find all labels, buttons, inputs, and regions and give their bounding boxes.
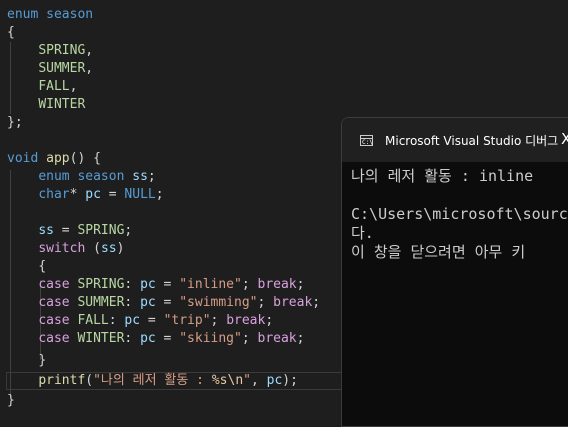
open-brace: { — [7, 25, 15, 40]
code-line-11[interactable]: char* pc = NULL; — [7, 186, 164, 204]
code-line-6[interactable]: WINTER — [7, 96, 85, 114]
code-line-18[interactable]: case FALL: pc = "trip"; break; — [7, 312, 273, 330]
debug-console-window[interactable]: C:\ Microsoft Visual Studio 디버그 X 나의 레저 … — [341, 117, 568, 427]
enum-value: SPRING — [77, 223, 125, 238]
keyword-case: case — [38, 313, 70, 328]
console-icon: C:\ — [360, 135, 373, 146]
console-title: Microsoft Visual Studio 디버그 — [385, 134, 559, 148]
code-line-19[interactable]: case WINTER: pc = "skiing"; break; — [7, 330, 304, 348]
assign: = — [53, 223, 78, 238]
code-line-1[interactable]: enum season — [7, 6, 93, 24]
escape-sequence: \n — [227, 373, 244, 388]
keyword-char: char — [38, 187, 70, 202]
case-label: WINTER — [77, 331, 125, 346]
case-label: SPRING — [77, 277, 125, 292]
format-specifier: %s — [211, 373, 228, 388]
string-literal-end: " — [243, 373, 251, 388]
null-value: NULL — [124, 187, 156, 202]
code-line-21[interactable]: printf("나의 레저 활동 : %s\n", pc); — [7, 372, 298, 390]
keyword-case: case — [38, 331, 70, 346]
code-line-5[interactable]: FALL, — [7, 78, 77, 96]
open-brace: { — [38, 259, 47, 274]
close-icon[interactable]: X — [561, 130, 568, 148]
enum-value: FALL — [38, 79, 70, 94]
string-literal: "trip" — [163, 313, 211, 328]
string-literal: "나의 레저 활동 : — [93, 373, 212, 388]
code-line-15[interactable]: { — [7, 258, 46, 276]
case-label: FALL — [77, 313, 109, 328]
code-line-9[interactable]: void app() { — [7, 150, 101, 168]
case-label: SUMMER — [77, 295, 125, 310]
console-output-line: 이 창을 닫으려면 아무 키 — [351, 243, 526, 261]
assign: = — [100, 187, 125, 202]
variable: pc — [140, 277, 156, 292]
code-line-22[interactable]: } — [7, 392, 15, 410]
paren-close: ) — [116, 241, 125, 256]
close-brace: } — [38, 353, 47, 368]
keyword-break: break — [226, 313, 266, 328]
code-line-10[interactable]: enum season ss; — [7, 168, 156, 186]
enum-value: WINTER — [38, 97, 86, 112]
keyword-case: case — [38, 295, 70, 310]
string-literal: "skiing" — [179, 331, 242, 346]
function-parens: () { — [69, 151, 101, 166]
variable: ss — [38, 223, 54, 238]
variable: pc — [124, 313, 141, 328]
pointer-star: * — [69, 187, 78, 202]
code-line-16[interactable]: case SPRING: pc = "inline"; break; — [7, 276, 304, 294]
code-line-3[interactable]: SPRING, — [7, 42, 93, 60]
variable: pc — [140, 331, 156, 346]
paren-open: ( — [85, 241, 101, 256]
paren-close: ); — [282, 373, 298, 388]
keyword-switch: switch — [38, 241, 86, 256]
semicolon: ; — [124, 223, 133, 238]
semicolon: ; — [147, 169, 156, 184]
enum-value: SUMMER — [38, 61, 86, 76]
function-call: printf — [38, 373, 86, 388]
variable: pc — [266, 373, 283, 388]
keyword-break: break — [273, 295, 313, 310]
code-line-17[interactable]: case SUMMER: pc = "swimming"; break; — [7, 294, 320, 312]
variable: pc — [140, 295, 156, 310]
variable: ss — [132, 169, 148, 184]
code-line-2[interactable]: { — [7, 24, 15, 42]
close-brace: }; — [7, 115, 23, 130]
code-line-13[interactable]: ss = SPRING; — [7, 222, 132, 240]
string-literal: "inline" — [179, 277, 242, 292]
keyword-case: case — [38, 277, 70, 292]
semicolon: ; — [155, 187, 164, 202]
code-line-7[interactable]: }; — [7, 114, 23, 132]
keyword-void: void — [7, 151, 39, 166]
variable: ss — [100, 241, 117, 256]
keyword-enum: enum — [7, 7, 39, 22]
type-name: season — [77, 169, 125, 184]
keyword-break: break — [257, 277, 297, 292]
console-titlebar[interactable]: C:\ Microsoft Visual Studio 디버그 X — [342, 118, 568, 162]
console-output-line: 나의 레저 활동 : inline — [351, 167, 534, 185]
enum-value: SPRING — [38, 43, 86, 58]
console-output-line: 다. — [351, 224, 374, 242]
close-brace: } — [7, 393, 15, 408]
paren-open: ( — [85, 373, 94, 388]
comma: , — [250, 373, 267, 388]
console-output-line: C:\Users\microsoft\source — [351, 205, 568, 223]
keyword-break: break — [257, 331, 297, 346]
function-name: app — [46, 151, 70, 166]
string-literal: "swimming" — [179, 295, 258, 310]
code-line-14[interactable]: switch (ss) — [7, 240, 124, 258]
keyword-enum: enum — [38, 169, 70, 184]
code-line-4[interactable]: SUMMER, — [7, 60, 93, 78]
enum-name: season — [46, 7, 94, 22]
code-line-20[interactable]: } — [7, 352, 46, 370]
variable: pc — [85, 187, 101, 202]
